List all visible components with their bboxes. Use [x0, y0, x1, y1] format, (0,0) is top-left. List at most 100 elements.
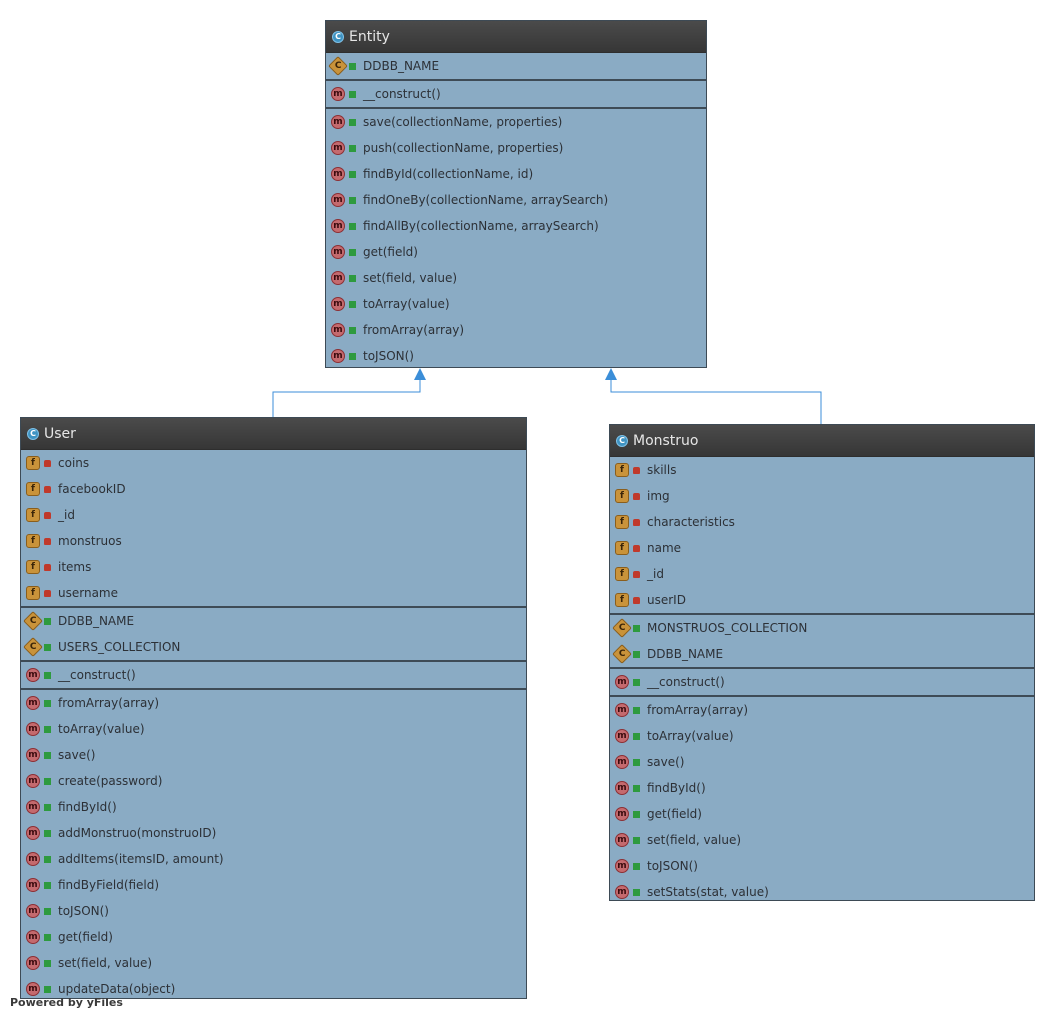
- method-row[interactable]: m toJSON(): [610, 853, 1034, 879]
- method-row[interactable]: m toArray(value): [610, 723, 1034, 749]
- field-row[interactable]: f username: [21, 580, 526, 606]
- public-visibility-icon: [349, 118, 356, 126]
- public-visibility-icon: [44, 959, 51, 967]
- member-label: characteristics: [647, 515, 735, 529]
- public-visibility-icon: [633, 888, 640, 896]
- member-label: MONSTRUOS_COLLECTION: [647, 621, 808, 635]
- field-row[interactable]: f name: [610, 535, 1034, 561]
- public-visibility-icon: [349, 90, 356, 98]
- fields-section: f coins f facebookID f _id f monstruos f items f us…: [21, 450, 526, 608]
- public-visibility-icon: [349, 196, 356, 204]
- method-row[interactable]: m fromArray(array): [326, 317, 706, 343]
- member-label: __construct(): [58, 668, 136, 682]
- constant-icon-glyph: C: [618, 622, 626, 633]
- method-row[interactable]: m findById(collectionName, id): [326, 161, 706, 187]
- public-visibility-icon: [44, 985, 51, 993]
- method-row[interactable]: m setStats(stat, value): [610, 879, 1034, 905]
- member-label: username: [58, 586, 118, 600]
- entity-class[interactable]: C Entity C DDBB_NAME m __construct() m save(c…: [325, 20, 707, 368]
- method-row[interactable]: m findById(): [21, 794, 526, 820]
- public-visibility-icon: [633, 784, 640, 792]
- entity-class-header[interactable]: C Entity: [326, 21, 706, 53]
- private-lock-icon: [44, 511, 51, 519]
- method-row[interactable]: m toJSON(): [21, 898, 526, 924]
- user-class[interactable]: C User f coins f facebookID f _id f monstruos f i…: [20, 417, 527, 999]
- constants-section: C DDBB_NAME C USERS_COLLECTION: [21, 608, 526, 662]
- user-class-header[interactable]: C User: [21, 418, 526, 450]
- method-row[interactable]: m __construct(): [610, 669, 1034, 695]
- constant-row[interactable]: C DDBB_NAME: [610, 641, 1034, 667]
- method-row[interactable]: m findByField(field): [21, 872, 526, 898]
- monstruo-class[interactable]: C Monstruo f skills f img f characteristics f n…: [609, 424, 1035, 901]
- method-row[interactable]: m set(field, value): [21, 950, 526, 976]
- constructors-section: m __construct(): [21, 662, 526, 690]
- method-row[interactable]: m fromArray(array): [610, 697, 1034, 723]
- public-visibility-icon: [349, 326, 356, 334]
- field-row[interactable]: f characteristics: [610, 509, 1034, 535]
- method-row[interactable]: m get(field): [21, 924, 526, 950]
- constant-icon-glyph: C: [29, 615, 37, 626]
- constants-section: C DDBB_NAME: [326, 53, 706, 81]
- member-label: DDBB_NAME: [647, 647, 724, 661]
- method-icon: m: [615, 703, 629, 717]
- monstruo-class-header[interactable]: C Monstruo: [610, 425, 1034, 457]
- public-visibility-icon: [349, 170, 356, 178]
- public-visibility-icon: [44, 751, 51, 759]
- method-row[interactable]: m __construct(): [326, 81, 706, 107]
- public-visibility-icon: [349, 248, 356, 256]
- field-row[interactable]: f skills: [610, 457, 1034, 483]
- field-icon: f: [26, 534, 40, 548]
- member-label: set(field, value): [363, 271, 458, 285]
- public-visibility-icon: [633, 624, 640, 632]
- member-label: save(): [58, 748, 96, 762]
- field-row[interactable]: f items: [21, 554, 526, 580]
- method-row[interactable]: m toArray(value): [326, 291, 706, 317]
- method-row[interactable]: m toArray(value): [21, 716, 526, 742]
- method-row[interactable]: m get(field): [326, 239, 706, 265]
- member-label: addItems(itemsID, amount): [58, 852, 224, 866]
- method-row[interactable]: m addMonstruo(monstruoID): [21, 820, 526, 846]
- constant-row[interactable]: C DDBB_NAME: [326, 53, 706, 79]
- method-icon: m: [26, 904, 40, 918]
- public-visibility-icon: [44, 617, 51, 625]
- public-visibility-icon: [633, 732, 640, 740]
- constant-row[interactable]: C MONSTRUOS_COLLECTION: [610, 615, 1034, 641]
- method-row[interactable]: m fromArray(array): [21, 690, 526, 716]
- private-lock-icon: [44, 459, 51, 467]
- method-row[interactable]: m create(password): [21, 768, 526, 794]
- private-lock-icon: [44, 537, 51, 545]
- method-row[interactable]: m __construct(): [21, 662, 526, 688]
- member-label: fromArray(array): [363, 323, 465, 337]
- constant-row[interactable]: C DDBB_NAME: [21, 608, 526, 634]
- class-icon: C: [332, 30, 344, 43]
- field-row[interactable]: f monstruos: [21, 528, 526, 554]
- method-row[interactable]: m get(field): [610, 801, 1034, 827]
- method-row[interactable]: m save(): [21, 742, 526, 768]
- method-row[interactable]: m set(field, value): [610, 827, 1034, 853]
- method-row[interactable]: m push(collectionName, properties): [326, 135, 706, 161]
- method-icon: m: [331, 219, 345, 233]
- constant-row[interactable]: C USERS_COLLECTION: [21, 634, 526, 660]
- field-row[interactable]: f img: [610, 483, 1034, 509]
- field-row[interactable]: f facebookID: [21, 476, 526, 502]
- field-row[interactable]: f _id: [21, 502, 526, 528]
- method-row[interactable]: m findAllBy(collectionName, arraySearch): [326, 213, 706, 239]
- method-row[interactable]: m findById(): [610, 775, 1034, 801]
- field-row[interactable]: f _id: [610, 561, 1034, 587]
- method-icon: m: [331, 87, 345, 101]
- method-row[interactable]: m toJSON(): [326, 343, 706, 369]
- member-label: fromArray(array): [58, 696, 160, 710]
- public-visibility-icon: [44, 933, 51, 941]
- method-row[interactable]: m addItems(itemsID, amount): [21, 846, 526, 872]
- method-row[interactable]: m save(collectionName, properties): [326, 109, 706, 135]
- yfiles-watermark: Powered by yFiles: [10, 996, 123, 1009]
- member-label: DDBB_NAME: [363, 59, 440, 73]
- method-row[interactable]: m save(): [610, 749, 1034, 775]
- member-label: USERS_COLLECTION: [58, 640, 181, 654]
- public-visibility-icon: [633, 862, 640, 870]
- field-row[interactable]: f coins: [21, 450, 526, 476]
- method-row[interactable]: m findOneBy(collectionName, arraySearch): [326, 187, 706, 213]
- field-row[interactable]: f userID: [610, 587, 1034, 613]
- method-icon: m: [26, 956, 40, 970]
- method-row[interactable]: m set(field, value): [326, 265, 706, 291]
